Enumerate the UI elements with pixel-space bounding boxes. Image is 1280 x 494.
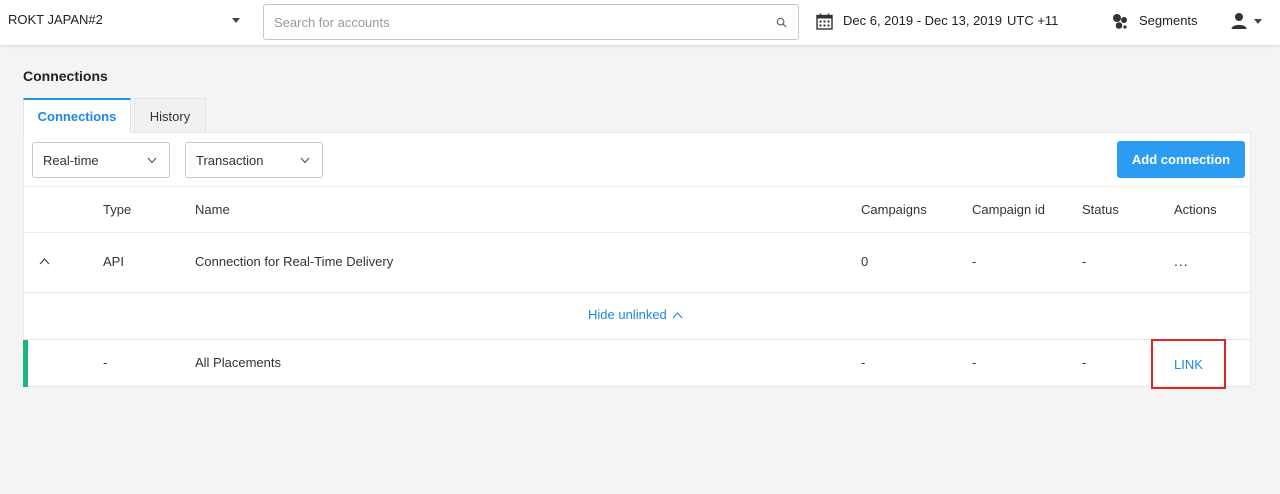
account-dropdown-caret-icon[interactable] (232, 18, 240, 23)
placement-campaigns: - (861, 355, 866, 370)
column-header-campaigns[interactable]: Campaigns (861, 202, 927, 217)
column-header-type[interactable]: Type (103, 202, 131, 217)
connections-panel: Real-time Transaction Add connection Typ… (23, 132, 1251, 389)
placement-status: - (1082, 355, 1087, 370)
user-avatar-icon[interactable] (1230, 12, 1248, 30)
tab-connections[interactable]: Connections (23, 98, 131, 133)
add-connection-button[interactable]: Add connection (1117, 141, 1245, 178)
hide-unlinked-row: Hide unlinked (24, 293, 1250, 340)
segments-icon[interactable] (1111, 12, 1129, 30)
calendar-icon[interactable] (816, 13, 833, 30)
timezone-label: UTC +11 (1007, 13, 1059, 28)
segments-link[interactable]: Segments (1139, 13, 1198, 28)
chevron-down-icon (300, 157, 310, 164)
account-search[interactable] (263, 4, 799, 40)
search-icon (776, 17, 787, 28)
connection-kind-value: Transaction (196, 152, 264, 168)
table-row: API Connection for Real-Time Delivery 0 … (24, 233, 1250, 293)
tab-history[interactable]: History (134, 98, 206, 133)
row-campaigns: 0 (861, 254, 869, 269)
chevron-up-icon (672, 311, 683, 318)
placement-campaign-id: - (972, 355, 977, 370)
placement-type: - (103, 355, 108, 370)
table-header: Type Name Campaigns Campaign id Status A… (24, 186, 1250, 233)
account-name[interactable]: ROKT JAPAN#2 (8, 12, 103, 27)
column-header-name[interactable]: Name (195, 202, 230, 217)
row-type: API (103, 254, 124, 269)
linked-indicator (23, 340, 28, 387)
column-header-actions: Actions (1174, 202, 1217, 217)
date-range[interactable]: Dec 6, 2019 - Dec 13, 2019 (843, 13, 1002, 28)
delivery-type-select[interactable]: Real-time (32, 142, 170, 178)
page-title: Connections (23, 68, 108, 84)
search-input[interactable] (264, 5, 754, 39)
row-status: - (1082, 254, 1087, 269)
row-name: Connection for Real-Time Delivery (195, 254, 394, 269)
hide-unlinked-label: Hide unlinked (588, 307, 667, 322)
column-header-campaign-id[interactable]: Campaign id (972, 202, 1045, 217)
chevron-up-icon[interactable] (39, 257, 50, 265)
link-button[interactable]: LINK (1151, 339, 1226, 389)
delivery-type-value: Real-time (43, 152, 99, 168)
row-campaign-id: - (972, 254, 977, 269)
chevron-down-icon (147, 157, 157, 164)
placement-name: All Placements (195, 355, 281, 370)
hide-unlinked-link[interactable]: Hide unlinked (588, 307, 683, 322)
column-header-status[interactable]: Status (1082, 202, 1119, 217)
user-menu-caret-icon[interactable] (1254, 19, 1262, 24)
row-actions-menu-icon[interactable]: ... (1174, 253, 1194, 269)
table-row: - All Placements - - - LINK (23, 339, 1250, 389)
connection-kind-select[interactable]: Transaction (185, 142, 323, 178)
top-bar: ROKT JAPAN#2 Dec 6, 2019 - Dec 13, 2019 … (0, 0, 1280, 45)
